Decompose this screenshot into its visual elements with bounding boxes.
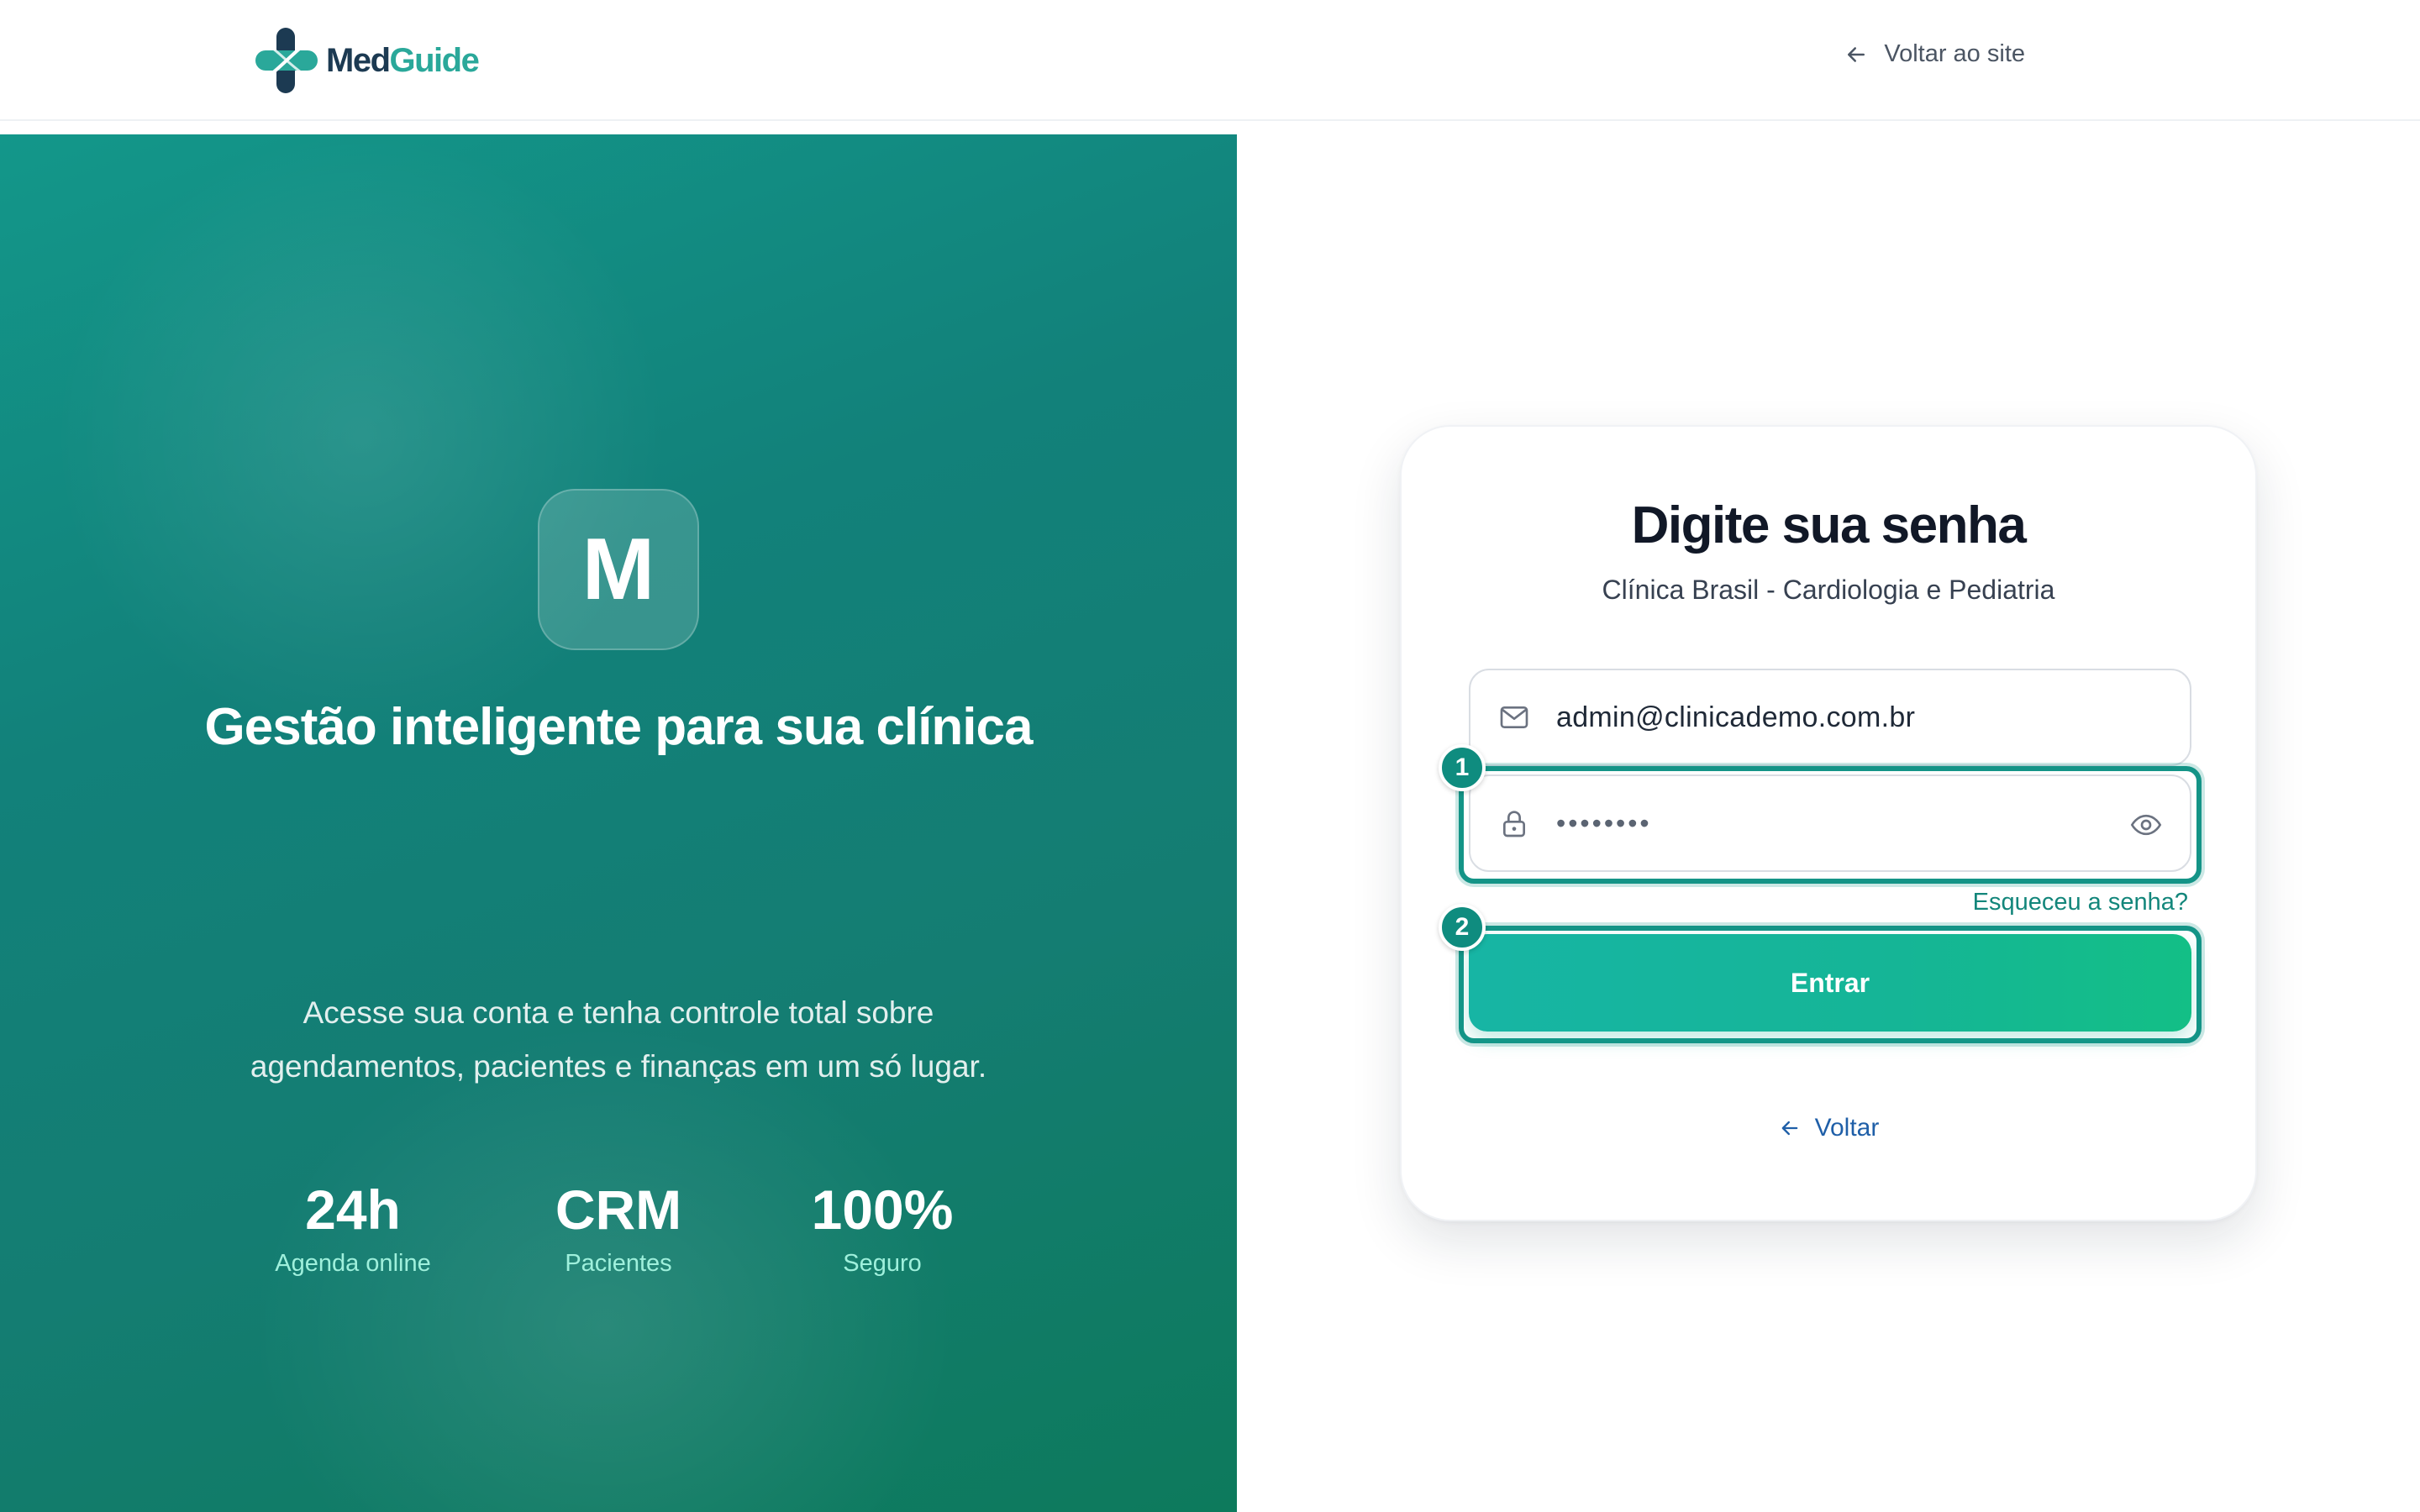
arrow-left-icon [1848,46,1865,62]
stat-value: 24h [305,1179,401,1241]
clinic-name: Clínica Brasil - Cardiologia e Pediatria [1602,575,2055,605]
submit-button[interactable]: Entrar [1469,934,2191,1032]
login-card: Digite sua senha Clínica Brasil - Cardio… [1400,425,2257,1221]
logo-wordmark-med: Med [326,41,391,79]
stat-label: Agenda online [275,1250,431,1277]
step-marker-1: 1 [1439,744,1486,791]
stat-item: CRM Pacientes [492,1176,744,1278]
stat-item: 100% Seguro [756,1176,1008,1278]
back-to-site-label: Voltar ao site [1884,40,2025,67]
logo-wordmark-guide: Guide [389,41,480,79]
step-marker-2: 2 [1439,904,1486,951]
stat-value: 100% [811,1179,954,1241]
logo-icon [255,28,318,93]
arrow-left-icon [1781,1121,1797,1136]
stat-label: Pacientes [565,1250,672,1277]
forgot-password-link[interactable]: Esqueceu a senha? [1973,889,2188,916]
password-field[interactable]: •••••••• [1469,774,2191,872]
back-link[interactable]: Voltar [1402,1114,2255,1142]
hero-panel: M Gestão inteligente para sua clínica Ac… [0,134,1237,1512]
password-value: •••••••• [1556,807,1652,838]
logo-wordmark: MedGuide [326,41,480,80]
email-value: admin@clinicademo.com.br [1556,701,1916,733]
stat-value: CRM [555,1179,682,1241]
hero-description: Acesse sua conta e tenha controle total … [250,995,987,1084]
login-title: Digite sua senha [1631,496,2027,554]
stat-label: Seguro [843,1250,922,1277]
mail-icon [1500,706,1528,728]
eye-icon[interactable] [2129,808,2163,842]
medguide-logo[interactable]: MedGuide [252,24,480,97]
lock-icon [1503,811,1525,837]
email-field[interactable]: admin@clinicademo.com.br [1469,669,2191,766]
back-to-site-link[interactable]: Voltar ao site [1844,40,2025,68]
top-header: MedGuide Voltar ao site [0,0,2420,121]
brand-badge: M [538,489,699,650]
back-label: Voltar [1814,1114,1880,1142]
stat-item: 24h Agenda online [227,1176,479,1278]
hero-title: Gestão inteligente para sua clínica [204,698,1034,756]
